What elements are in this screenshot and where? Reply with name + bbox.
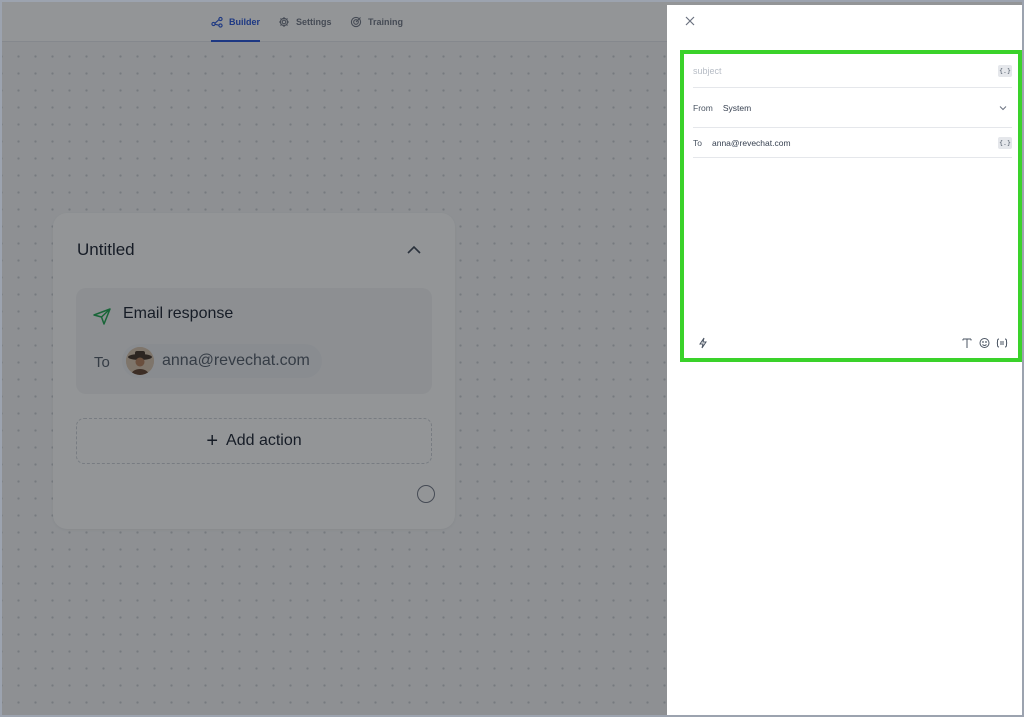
- app-frame: Builder Settings Training Untitled Email…: [0, 0, 1024, 717]
- text-format-icon[interactable]: [962, 337, 972, 349]
- from-row[interactable]: From System: [693, 88, 1012, 128]
- from-value: System: [722, 102, 752, 113]
- insert-variable-icon[interactable]: {.}: [998, 136, 1012, 149]
- to-label: To: [693, 137, 702, 148]
- lightning-icon[interactable]: [698, 337, 708, 349]
- variables-icon[interactable]: [996, 337, 1008, 349]
- subject-input[interactable]: [693, 65, 973, 76]
- emoji-icon[interactable]: [979, 337, 990, 349]
- subject-row: {.}: [693, 54, 1012, 88]
- insert-variable-icon[interactable]: {.}: [998, 64, 1012, 77]
- chevron-down-icon[interactable]: [998, 103, 1008, 113]
- from-label: From: [693, 102, 713, 113]
- email-editor: {.} From System To anna@revechat.com {.}: [680, 50, 1022, 362]
- to-value[interactable]: anna@revechat.com: [712, 138, 791, 148]
- email-body-editor[interactable]: [693, 160, 1012, 330]
- email-side-panel: {.} From System To anna@revechat.com {.}: [667, 5, 1022, 715]
- to-row: To anna@revechat.com {.}: [693, 128, 1012, 158]
- close-icon[interactable]: [683, 14, 697, 28]
